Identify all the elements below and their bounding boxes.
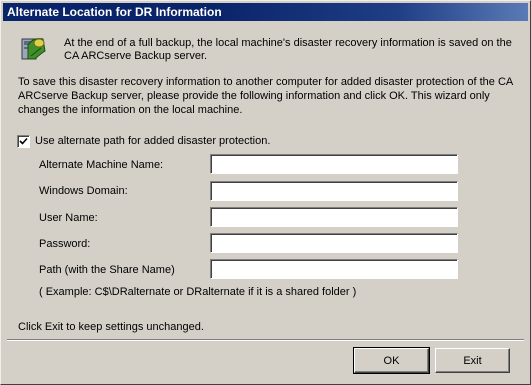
dr-backup-icon xyxy=(19,33,49,63)
machine-name-input[interactable] xyxy=(210,154,458,174)
path-input[interactable] xyxy=(210,259,458,279)
example-text: ( Example: C$\DRalternate or DRalternate… xyxy=(39,286,357,298)
windows-domain-label: Windows Domain: xyxy=(39,185,128,197)
instructions-line-2: ARCserve Backup server, please provide t… xyxy=(18,90,490,102)
checkmark-icon xyxy=(19,137,28,145)
footer-divider xyxy=(7,339,524,341)
window-title: Alternate Location for DR Information xyxy=(7,5,222,19)
password-input[interactable] xyxy=(210,233,458,253)
instructions-line-3: changes the information on the local mac… xyxy=(18,104,243,116)
path-label: Path (with the Share Name) xyxy=(39,264,175,276)
machine-name-label: Alternate Machine Name: xyxy=(39,159,164,171)
exit-hint: Click Exit to keep settings unchanged. xyxy=(18,321,204,333)
exit-button[interactable]: Exit xyxy=(435,348,510,373)
alternate-path-checkbox[interactable] xyxy=(17,135,30,148)
dialog-window: Alternate Location for DR Information At… xyxy=(0,0,531,385)
password-label: Password: xyxy=(39,238,91,250)
alternate-path-label[interactable]: Use alternate path for added disaster pr… xyxy=(35,134,270,148)
intro-line-1: At the end of a full backup, the local m… xyxy=(64,37,512,49)
instructions-line-1: To save this disaster recovery informati… xyxy=(18,76,514,88)
intro-line-2: CA ARCserve Backup server. xyxy=(64,50,208,62)
user-name-input[interactable] xyxy=(210,207,458,227)
user-name-label: User Name: xyxy=(39,212,98,224)
windows-domain-input[interactable] xyxy=(210,181,458,201)
ok-button[interactable]: OK xyxy=(353,347,430,374)
title-bar[interactable]: Alternate Location for DR Information xyxy=(3,3,528,21)
